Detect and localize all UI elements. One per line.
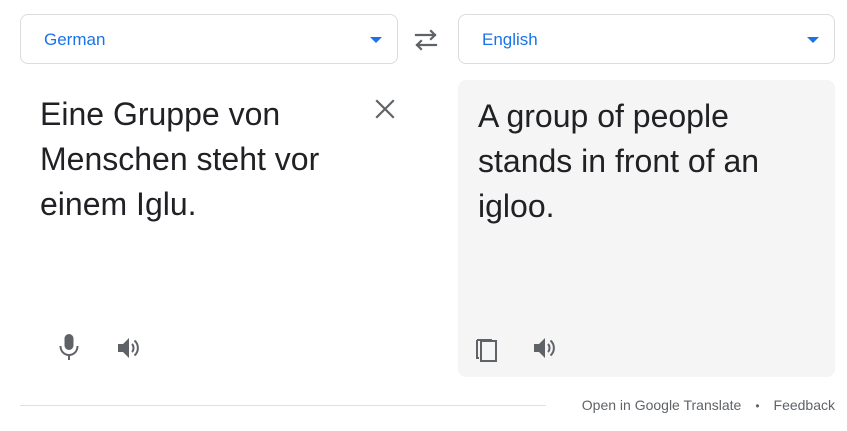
listen-translation-button[interactable] xyxy=(532,336,558,360)
footer-divider xyxy=(20,405,546,406)
footer-separator: • xyxy=(755,399,760,413)
swap-icon xyxy=(414,29,438,51)
source-text-pane: Eine Gruppe von Menschen steht vor einem… xyxy=(20,80,398,377)
chevron-down-icon xyxy=(807,37,819,43)
clear-source-button[interactable] xyxy=(374,98,396,120)
swap-languages-button[interactable] xyxy=(410,26,442,54)
footer: Open in Google Translate • Feedback xyxy=(582,397,835,413)
listen-source-button[interactable] xyxy=(116,336,142,360)
speaker-icon xyxy=(118,338,139,358)
close-icon xyxy=(375,99,395,119)
target-language-select[interactable]: English xyxy=(458,14,835,64)
source-language-label: German xyxy=(44,30,106,49)
chevron-down-icon xyxy=(370,37,382,43)
source-language-select[interactable]: German xyxy=(20,14,398,64)
speaker-icon xyxy=(534,338,555,358)
copy-icon xyxy=(476,339,497,362)
translation-pane: A group of people stands in front of an … xyxy=(458,80,835,377)
open-in-google-translate-link[interactable]: Open in Google Translate xyxy=(582,397,742,413)
source-text-input[interactable]: Eine Gruppe von Menschen steht vor einem… xyxy=(40,92,340,227)
copy-translation-button[interactable] xyxy=(474,335,500,363)
translation-text: A group of people stands in front of an … xyxy=(478,98,760,224)
feedback-link[interactable]: Feedback xyxy=(774,397,835,413)
target-language-label: English xyxy=(482,30,538,49)
microphone-icon xyxy=(59,334,79,360)
voice-input-button[interactable] xyxy=(57,333,81,361)
